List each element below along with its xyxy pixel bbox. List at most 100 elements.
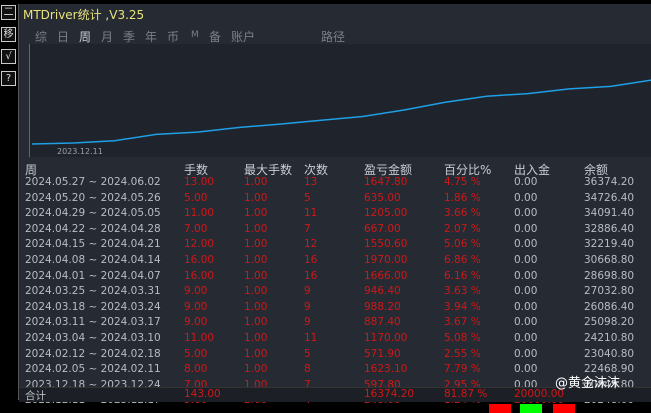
cell: 30668.80 [584, 254, 635, 266]
cell: 9 [304, 285, 311, 298]
cell: 2024.02.05 ~ 2024.02.11 [25, 363, 161, 376]
cell: 3.67 % [444, 316, 481, 329]
cell: 81.87 % [444, 388, 488, 400]
cell: 0.00 [514, 347, 538, 360]
cell: 2024.04.29 ~ 2024.05.05 [25, 207, 161, 220]
cell: 1.00 [244, 363, 268, 376]
cell: 2024.05.20 ~ 2024.05.26 [25, 191, 161, 204]
table-row: 2024.03.18 ~ 2024.03.24 9.00 1.00 9 988.20 3.… [19, 301, 651, 316]
candle-bar [553, 404, 575, 413]
cell: 1.86 % [444, 191, 481, 204]
tab-3[interactable]: 月 [101, 28, 113, 45]
table-row: 2024.03.04 ~ 2024.03.10 11.00 1.00 11 1170.0… [19, 332, 651, 347]
tab-2[interactable]: 周 [79, 28, 91, 45]
cell: 0.00 [514, 238, 538, 251]
cell: 1.00 [244, 316, 268, 329]
tab-4[interactable]: 季 [123, 28, 135, 45]
cell: 0.00 [514, 254, 538, 266]
cell: 0.00 [514, 300, 538, 313]
tab-1[interactable]: 日 [57, 28, 69, 45]
cell: 1.00 [244, 300, 268, 313]
cell: 1.00 [244, 254, 268, 266]
table-row: 2024.03.11 ~ 2024.03.17 9.00 1.00 9 887.40 3.… [19, 316, 651, 331]
cell: 1.00 [244, 238, 268, 251]
cell: 887.40 [364, 316, 401, 329]
table-row: 2024.04.08 ~ 2024.04.14 16.00 1.00 16 1970.0… [19, 254, 651, 269]
cell: 3.63 % [444, 285, 481, 298]
cell: 11 [304, 332, 318, 344]
cell: 9.00 [184, 285, 208, 298]
cell: 11.00 [184, 332, 215, 344]
cell: 5 [304, 347, 311, 360]
side-button[interactable]: 二 [1, 5, 16, 20]
side-button[interactable]: √ [1, 49, 16, 64]
cell: 34726.40 [584, 191, 635, 204]
cell: 3.66 % [444, 207, 481, 220]
tab-0[interactable]: 综 [35, 28, 47, 45]
cell: 0.00 [514, 285, 538, 298]
cell: 0.00 [514, 207, 538, 220]
cell: 5 [304, 191, 311, 204]
cell: 1.00 [244, 269, 268, 282]
candle-bar [489, 404, 511, 413]
cell: 946.40 [364, 285, 401, 298]
cell: 12 [304, 238, 318, 251]
cell: 8.00 [184, 363, 208, 376]
cell: 32219.40 [584, 238, 635, 251]
cell: 2024.03.04 ~ 2024.03.10 [25, 332, 161, 344]
tab-8[interactable]: 备 [209, 28, 221, 45]
tab-7[interactable]: M [191, 30, 199, 40]
cell: 9 [304, 300, 311, 313]
cell: 2024.04.15 ~ 2024.04.21 [25, 238, 161, 251]
table-row: 2024.04.15 ~ 2024.04.21 12.00 1.00 12 1550.6… [19, 238, 651, 253]
cell: 1666.00 [364, 269, 408, 282]
cell: 5.00 [184, 191, 208, 204]
cell: 16.00 [184, 269, 215, 282]
equity-line [31, 79, 651, 145]
cell: 7.00 [184, 222, 208, 235]
tab-6[interactable]: 币 [167, 28, 179, 45]
cell: 24210.80 [584, 332, 635, 344]
cell: 1.00 [244, 176, 268, 188]
cell: 1647.80 [364, 176, 408, 188]
cell: 32886.40 [584, 222, 635, 235]
cell: 9.00 [184, 300, 208, 313]
cell: 27032.80 [584, 285, 635, 298]
side-button[interactable]: 移 [1, 27, 16, 42]
cell: 12.00 [184, 238, 215, 251]
tab-10[interactable]: 路径 [321, 28, 345, 45]
candle-bar [520, 404, 542, 413]
cell: 34091.40 [584, 207, 635, 220]
cell: 16 [304, 269, 318, 282]
table-header: 周手数 最大手数 次数 盈亏金额 百分比% 出入金 余额 [19, 161, 651, 177]
cell: 11.00 [184, 207, 215, 220]
table-row: 2024.04.29 ~ 2024.05.05 11.00 1.00 11 1205.0… [19, 207, 651, 222]
table-row: 2024.04.22 ~ 2024.04.28 7.00 1.00 7 667.00 2.… [19, 223, 651, 238]
table-row: 2024.04.01 ~ 2024.04.07 16.00 1.00 16 1666.0… [19, 270, 651, 285]
cell: 2.55 % [444, 347, 481, 360]
cell: 2.07 % [444, 222, 481, 235]
watermark: @黄金沫沫 [555, 376, 621, 391]
cell: 16.00 [184, 254, 215, 266]
cell: 1970.00 [364, 254, 408, 266]
cell: 1.00 [244, 191, 268, 204]
cell: 5.06 % [444, 238, 481, 251]
cell: 571.90 [364, 347, 401, 360]
cell: 28698.80 [584, 269, 635, 282]
window-title: MTDriver统计 ,V3.25 [23, 8, 145, 22]
cell: 2024.03.11 ~ 2024.03.17 [25, 316, 161, 329]
cell: 1623.10 [364, 363, 408, 376]
cell: 667.00 [364, 222, 401, 235]
cell: 13.00 [184, 176, 215, 188]
cell: 1.00 [244, 285, 268, 298]
cell: 0.00 [514, 191, 538, 204]
cell: 1.00 [244, 222, 268, 235]
cell: 7.79 % [444, 363, 481, 376]
cell: 6.86 % [444, 254, 481, 266]
tab-5[interactable]: 年 [145, 28, 157, 45]
cell: 26086.40 [584, 300, 635, 313]
tab-9[interactable]: 账户 [231, 28, 255, 45]
cell: 1205.00 [364, 207, 408, 220]
side-button[interactable]: ? [1, 71, 16, 86]
table-row: 2024.05.27 ~ 2024.06.02 13.00 1.00 13 1647.8… [19, 176, 651, 191]
